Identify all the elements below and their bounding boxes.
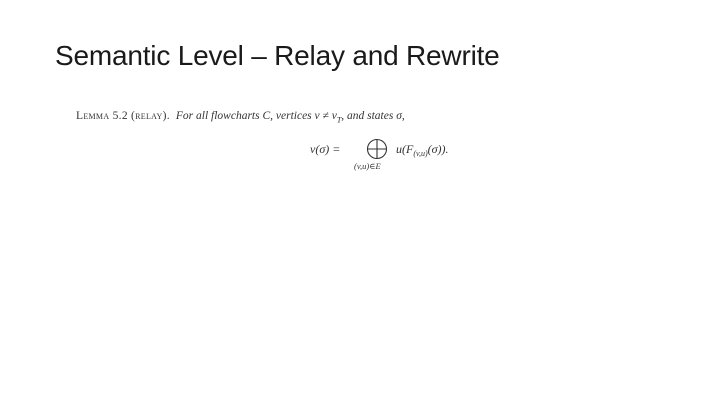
lemma-statement: Lemma 5.2 (relay). For all flowcharts C, … <box>76 108 496 128</box>
equation-rhs: u(F(v,u)(σ)). <box>396 142 449 158</box>
slide: Semantic Level – Relay and Rewrite Lemma… <box>0 0 720 405</box>
equation-subscript: (v,u)∈E <box>354 161 381 171</box>
lemma-statement-main: For all flowcharts C, vertices v ≠ v <box>175 110 337 122</box>
lemma-statement-text: For all flowcharts C, vertices v ≠ vT, a… <box>175 110 405 124</box>
lemma-heading: Lemma 5.2 (relay). <box>76 110 170 122</box>
lemma-statement-tail: , and states σ, <box>341 110 405 122</box>
equation-rhs-post: (σ)). <box>427 142 449 156</box>
equation-rhs-pre: u(F <box>396 142 414 156</box>
circled-plus-icon <box>366 138 388 160</box>
equation-lhs: v(σ) = <box>310 142 341 156</box>
lemma-line: Lemma 5.2 (relay). For all flowcharts C, … <box>76 108 496 128</box>
equation-rhs-subscript: (v,u) <box>413 149 428 158</box>
slide-title: Semantic Level – Relay and Rewrite <box>55 40 500 71</box>
